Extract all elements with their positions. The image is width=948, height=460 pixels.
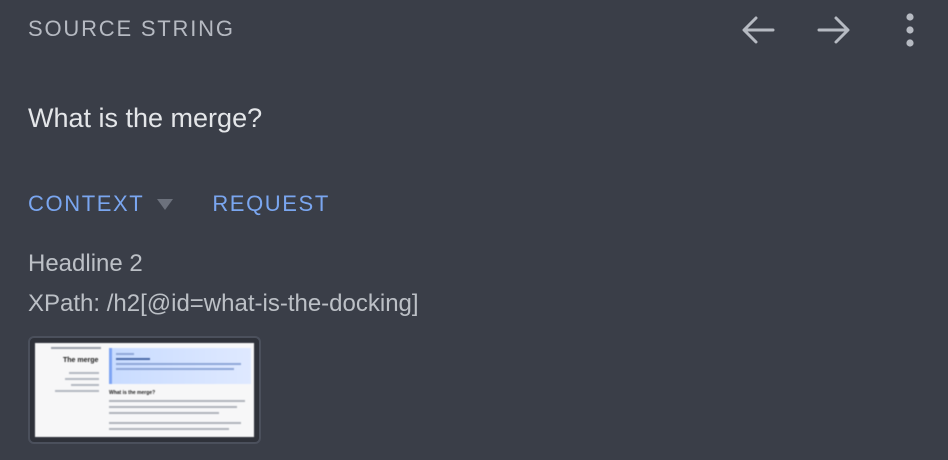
tab-request[interactable]: REQUEST [212,191,330,217]
toolbar [702,10,930,50]
context-type: Headline 2 [28,250,143,277]
thumbnail-content: What is the merge? [109,348,251,430]
tab-context[interactable]: CONTEXT [28,191,144,217]
context-xpath: XPath: /h2[@id=what-is-the-docking] [28,290,419,317]
section-title: SOURCE STRING [28,16,235,41]
screenshot-thumbnail[interactable]: The merge What is the merge? [28,336,261,444]
thumbnail-image: The merge What is the merge? [35,343,254,437]
arrow-left-icon [742,16,775,44]
thumbnail-section-heading: What is the merge? [109,390,156,396]
context-details: Headline 2 XPath: /h2[@id=what-is-the-do… [28,244,419,324]
caret-down-icon[interactable] [156,197,174,211]
more-options-button[interactable] [890,10,930,50]
header: SOURCE STRING [28,16,235,42]
arrow-right-icon [817,16,850,44]
thumbnail-highlight [109,348,251,384]
back-button[interactable] [738,10,778,50]
source-string-text: What is the merge? [28,103,263,133]
thumbnail-page-title: The merge [63,357,99,364]
forward-button[interactable] [814,10,854,50]
more-vert-icon [906,13,914,47]
thumbnail-sidebar: The merge [41,347,101,396]
tab-bar: CONTEXT REQUEST [28,191,330,217]
